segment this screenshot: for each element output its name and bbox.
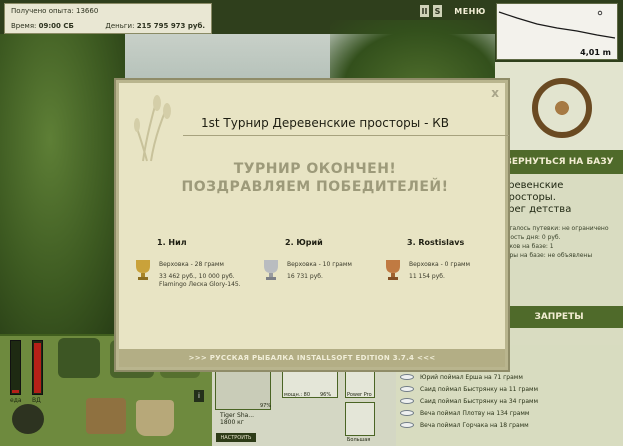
float-marker <box>597 10 603 16</box>
winner-name: 1. Нил <box>157 238 187 247</box>
alcohol-gauge-label: ВД <box>32 397 41 404</box>
location-title: еревенские просторы. ерег детства <box>502 180 620 216</box>
location-info-line: осталось путевки: не ограничено <box>502 225 609 232</box>
rod-wear-percent: 97% <box>260 403 272 409</box>
log-text: Саид поймал Быстрянку на 11 грамм <box>420 385 539 393</box>
winner-name: 2. Юрий <box>285 238 323 247</box>
location-name: еревенские просторы. <box>502 180 564 203</box>
setup-button[interactable]: НАСТРОИТЬ <box>216 433 256 442</box>
depth-chart: 4,01 m <box>496 3 618 60</box>
wheat-icon <box>134 95 171 162</box>
headline-congrats: ПОЗДРАВЛЯЕМ ПОБЕДИТЕЛЕЙ! <box>181 179 449 195</box>
reel-power-label: мощн.: 80 <box>284 392 311 398</box>
log-row: Саид поймал Быстрянку на 34 грамм <box>396 395 623 407</box>
location-info: осталось путевки: не ограничено рмость д… <box>502 224 620 260</box>
winner-fish: Верховка - 28 грамм <box>159 261 224 268</box>
line-label: Power Pro <box>347 392 372 398</box>
hook-label: Большая <box>347 437 371 443</box>
silver-cup-icon <box>264 260 278 280</box>
log-text: Юрий поймал Ерша на 71 грамм <box>420 373 523 381</box>
tackle-info: Tiger Sha... 1800 кг <box>220 412 254 426</box>
time-value: 09:00 СБ <box>38 22 74 30</box>
bait-basket-icon[interactable] <box>86 398 126 434</box>
alcohol-gauge <box>32 340 43 395</box>
tackle-name: Tiger Sha... <box>220 412 255 419</box>
log-row: Веча поймал Горчака на 18 грамм <box>396 419 623 431</box>
winner-prize: 11 154 руб. <box>409 273 445 280</box>
alcohol-gauge-fill <box>34 342 41 393</box>
tournament-results-dialog: x 1st Турнир Деревенские просторы - КВ Т… <box>116 80 509 370</box>
return-to-base-button[interactable]: ВЕРНУТЬСЯ НА БАЗУ <box>495 150 623 174</box>
log-text: Саид поймал Быстрянку на 34 грамм <box>420 397 539 405</box>
winner-prize-extra: Flamingo Леска Glory-145. <box>159 281 241 288</box>
log-text: Веча поймал Плотву на 134 грамм <box>420 409 530 417</box>
time-label: Время: <box>11 22 37 30</box>
time-block: Время: 09:00 СБ <box>11 22 74 30</box>
log-row: Юрий поймал Ерша на 71 грамм <box>396 371 623 383</box>
location-info-line: рмость дня: 0 руб. <box>502 234 561 241</box>
menu-button[interactable]: МЕНЮ <box>451 5 489 17</box>
game-version-footer: >>> РУССКАЯ РЫБАЛКА INSTALLSOFT EDITION … <box>119 349 505 367</box>
info-button[interactable]: i <box>194 390 204 402</box>
fish-icon <box>400 410 414 416</box>
dialog-title: 1st Турнир Деревенские просторы - КВ <box>201 116 449 130</box>
winner-name: 3. Rostislavs <box>407 238 465 247</box>
player-info-panel: Получено опыта: 13660 Время: 09:00 СБ Де… <box>4 3 212 34</box>
depth-value: 4,01 m <box>580 48 611 57</box>
money-label: Деньги: <box>105 22 135 30</box>
game-screen: Получено опыта: 13660 Время: 09:00 СБ Де… <box>0 0 623 446</box>
reel-wear-percent: 96% <box>320 392 332 398</box>
tackle-weight: 1800 кг <box>220 419 244 426</box>
fish-icon <box>400 374 414 380</box>
sound-button[interactable]: S <box>433 5 442 17</box>
tree-left <box>0 34 125 334</box>
experience-text: Получено опыта: 13660 <box>11 7 99 15</box>
fish-icon <box>400 422 414 428</box>
bans-button[interactable]: ЗАПРЕТЫ <box>495 306 623 328</box>
log-row: Саид поймал Быстрянку на 11 грамм <box>396 383 623 395</box>
food-gauge <box>10 340 21 395</box>
bronze-cup-icon <box>386 260 400 280</box>
winner-prize: 33 462 руб., 10 000 руб. <box>159 273 235 280</box>
headline-finished: ТУРНИР ОКОНЧЕН! <box>233 161 397 177</box>
food-gauge-fill <box>12 390 19 393</box>
winner-fish: Верховка - 10 грамм <box>287 261 352 268</box>
ship-wheel-icon <box>532 78 592 138</box>
title-divider <box>183 135 509 136</box>
pause-button[interactable]: II <box>420 5 429 17</box>
close-icon[interactable]: x <box>491 86 499 100</box>
cooking-pot-icon[interactable] <box>12 404 44 434</box>
money-value: 215 795 973 руб. <box>136 22 205 30</box>
winner-prize: 16 731 руб. <box>287 273 323 280</box>
log-text: Веча поймал Горчака на 18 грамм <box>420 421 529 429</box>
backpack-icon[interactable] <box>58 338 100 378</box>
location-info-line: баков на базе: 1 <box>502 243 554 250</box>
fish-icon <box>400 386 414 392</box>
hook-slot[interactable] <box>345 402 375 436</box>
winner-fish: Верховка - 0 грамм <box>409 261 471 268</box>
bucket-icon[interactable] <box>136 400 174 436</box>
fish-icon <box>400 398 414 404</box>
gold-cup-icon <box>136 260 150 280</box>
location-subtitle: ерег детства <box>502 204 572 215</box>
location-info-line: арры на базе: не объявлены <box>502 252 593 259</box>
depth-profile-line <box>498 11 616 39</box>
food-gauge-label: еда <box>10 397 22 404</box>
money-block: Деньги: 215 795 973 руб. <box>105 22 205 30</box>
log-row: Веча поймал Плотву на 134 грамм <box>396 407 623 419</box>
